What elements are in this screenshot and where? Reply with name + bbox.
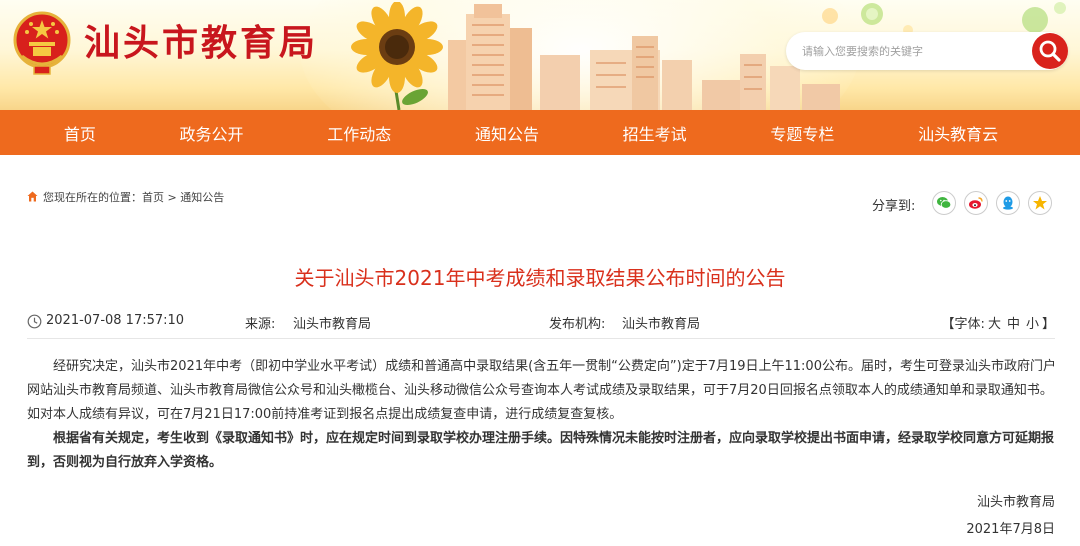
home-icon [27, 191, 38, 202]
breadcrumb-prefix: 您现在所在的位置： [43, 191, 142, 204]
signature-date: 2021年7月8日 [966, 522, 1055, 537]
city-skyline-graphic [448, 4, 840, 110]
nav-item-announcements[interactable]: 通知公告 [475, 121, 539, 145]
share-weibo-button[interactable] [964, 191, 988, 215]
article-title: 关于汕头市2021年中考成绩和录取结果公布时间的公告 [294, 266, 786, 290]
breadcrumb-item-home[interactable]: 首页 [142, 191, 164, 204]
nav-item-home[interactable]: 首页 [64, 121, 96, 145]
nav-item-work-news[interactable]: 工作动态 [327, 121, 391, 145]
qq-icon [1003, 196, 1013, 210]
article-meta: 2021-07-08 17:57:10 来源: 汕头市教育局 发布机构: 汕头市… [27, 313, 1055, 332]
nav-item-admissions-exams[interactable]: 招生考试 [623, 121, 687, 145]
article-paragraph-2: 根据省有关规定，考生收到《录取通知书》时，应在规定时间到录取学校办理注册手续。因… [27, 431, 1055, 470]
font-size-small-button[interactable]: 小 [1026, 317, 1039, 332]
breadcrumb-item-announcements[interactable]: 通知公告 [180, 191, 224, 204]
national-emblem-icon [13, 11, 71, 75]
weibo-icon [969, 197, 983, 209]
qzone-icon [1033, 196, 1047, 210]
meta-divider [27, 338, 1055, 339]
article-body: 经研究决定，汕头市2021年中考（即初中学业水平考试）成绩和普通高中录取结果(含… [27, 355, 1057, 475]
header-banner: 汕头市教育局 [0, 0, 1080, 110]
nav-item-government-affairs[interactable]: 政务公开 [180, 121, 244, 145]
font-size-control: 【字体: 大中小】 [942, 313, 1055, 332]
share-qzone-button[interactable] [1028, 191, 1052, 215]
search-icon [1039, 40, 1061, 62]
share-wechat-button[interactable] [932, 191, 956, 215]
nav-item-education-cloud[interactable]: 汕头教育云 [918, 121, 998, 145]
source-value: 汕头市教育局 [293, 317, 372, 332]
source-label: 来源: [245, 317, 276, 332]
font-size-large-button[interactable]: 大 [988, 317, 1001, 332]
site-title: 汕头市教育局 [84, 23, 319, 64]
font-size-close: 】 [1041, 317, 1055, 332]
publisher-label: 发布机构: [549, 317, 606, 332]
wechat-icon [937, 197, 952, 209]
nav-item-special-topics[interactable]: 专题专栏 [770, 121, 834, 145]
font-size-label: 【字体: [941, 317, 985, 332]
sunflower-graphic [351, 2, 443, 110]
search-input[interactable] [802, 41, 1022, 61]
publisher-value: 汕头市教育局 [622, 317, 701, 332]
share-label: 分享到: [872, 199, 916, 214]
font-size-medium-button[interactable]: 中 [1007, 317, 1020, 332]
search-button[interactable] [1032, 33, 1068, 69]
share-qq-button[interactable] [996, 191, 1020, 215]
main-nav: 首页 政务公开 工作动态 通知公告 招生考试 专题专栏 汕头教育云 [0, 110, 1080, 155]
article-paragraph-1: 经研究决定，汕头市2021年中考（即初中学业水平考试）成绩和普通高中录取结果(含… [27, 359, 1056, 422]
signature-organization: 汕头市教育局 [976, 495, 1055, 510]
publish-datetime: 2021-07-08 17:57:10 [46, 313, 185, 328]
breadcrumb: 您现在所在的位置：首页 > 通知公告 [43, 189, 224, 205]
breadcrumb-separator: > [167, 191, 177, 204]
clock-icon [27, 314, 42, 329]
search-box [786, 32, 1068, 70]
